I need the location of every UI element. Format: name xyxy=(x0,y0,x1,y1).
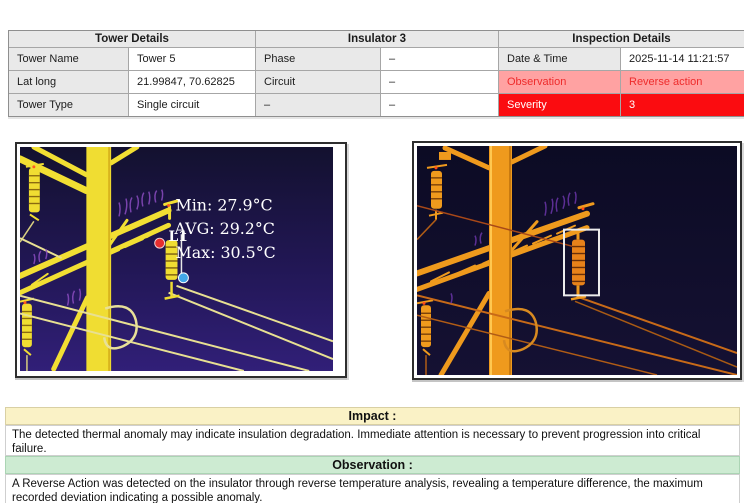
min-temp-marker xyxy=(177,272,189,284)
avg-temp-label: AVG: 29.2°C xyxy=(174,219,275,238)
date-time-value: 2025-11-14 11:21:57 xyxy=(621,48,744,70)
observation-value: Reverse action xyxy=(621,71,744,93)
insulator-extra-label: – xyxy=(256,94,380,116)
thermal-image-highlighted xyxy=(412,141,742,380)
tower-pole xyxy=(489,146,512,375)
min-temp-label: Min: 27.9°C xyxy=(176,195,273,214)
thermal-image-annotated: Min: 27.9°C L1 AVG: 29.2°C Max: 30.5°C xyxy=(15,142,347,378)
phase-label: Phase xyxy=(256,48,380,70)
tower-name-label: Tower Name xyxy=(9,48,128,70)
max-temp-marker xyxy=(154,237,166,249)
tower-type-value: Single circuit xyxy=(129,94,255,116)
observation-header: Observation : xyxy=(5,456,740,474)
insulator-header: Insulator 3 xyxy=(256,31,498,47)
observation-label: Observation xyxy=(499,71,620,93)
tower-name-value: Tower 5 xyxy=(129,48,255,70)
impact-header: Impact : xyxy=(5,407,740,425)
severity-label: Severity xyxy=(499,94,620,116)
tower-details-header: Tower Details xyxy=(9,31,255,47)
severity-value: 3 xyxy=(621,94,744,116)
thermal-scene-right xyxy=(417,146,737,375)
details-table: Tower Details Insulator 3 Inspection Det… xyxy=(8,30,744,117)
impact-body: The detected thermal anomaly may indicat… xyxy=(5,425,740,456)
lat-long-label: Lat long xyxy=(9,71,128,93)
thermal-scene-left: Min: 27.9°C L1 AVG: 29.2°C Max: 30.5°C xyxy=(20,147,333,371)
insulator-extra-value: – xyxy=(381,94,498,116)
date-time-label: Date & Time xyxy=(499,48,620,70)
lat-long-value: 21.99847, 70.62825 xyxy=(129,71,255,93)
inspection-report-page: Tower Details Insulator 3 Inspection Det… xyxy=(0,0,744,503)
tower-pole xyxy=(86,147,112,371)
phase-value: – xyxy=(381,48,498,70)
circuit-label: Circuit xyxy=(256,71,380,93)
inspection-details-header: Inspection Details xyxy=(499,31,744,47)
tower-type-label: Tower Type xyxy=(9,94,128,116)
observation-body: A Reverse Action was detected on the ins… xyxy=(5,474,740,503)
circuit-value: – xyxy=(381,71,498,93)
max-temp-label: Max: 30.5°C xyxy=(176,243,276,262)
